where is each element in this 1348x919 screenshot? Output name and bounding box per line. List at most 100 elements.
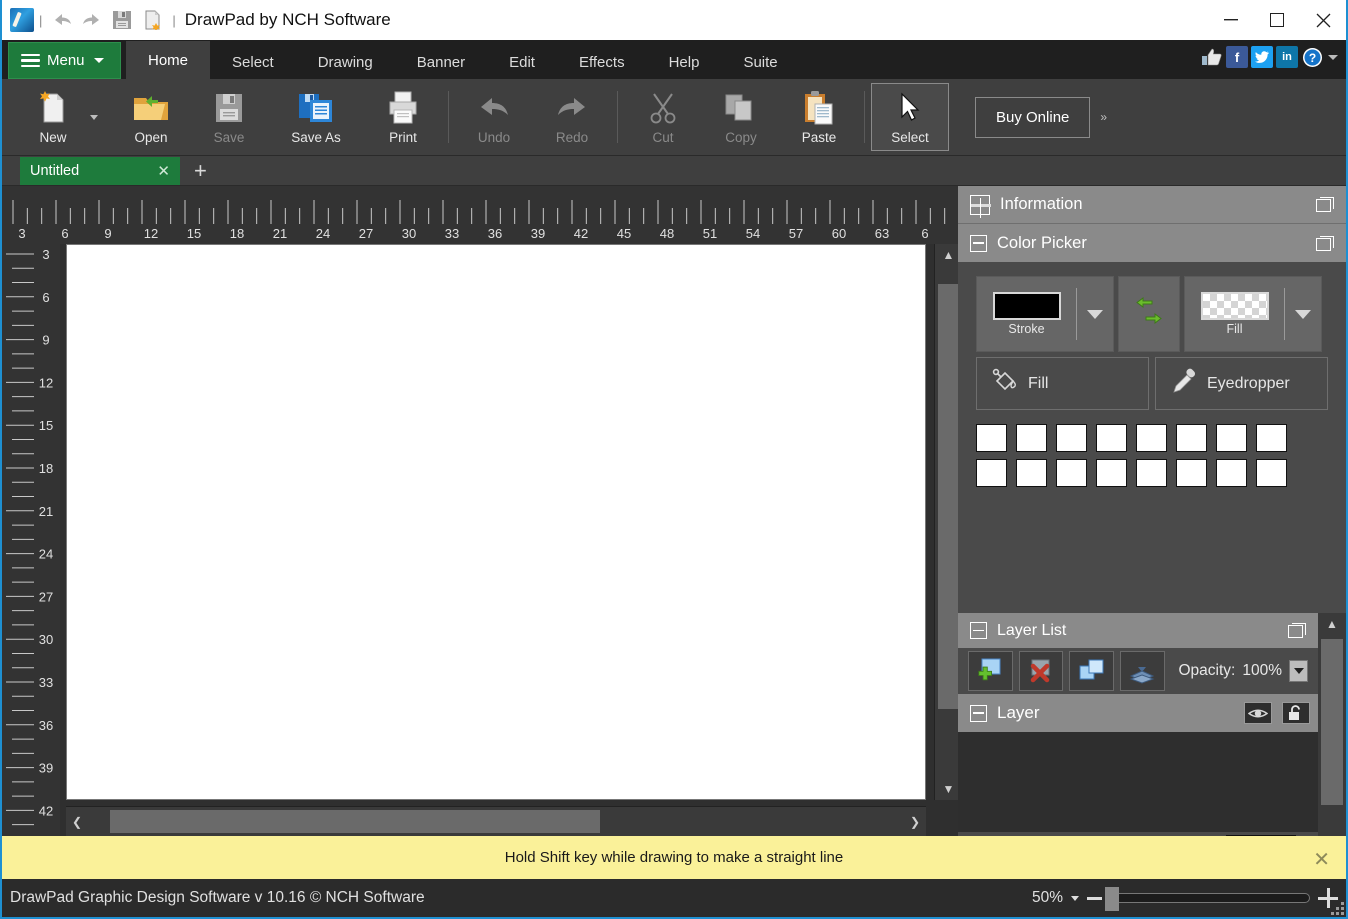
ribbon-overflow-icon[interactable]: » (1100, 110, 1107, 124)
zoom-slider-knob[interactable] (1105, 887, 1119, 911)
horizontal-ruler[interactable]: 3 6 9 12 15 18 21 24 27 30 33 36 39 42 45 48 51 54 57 60 63 6 (2, 186, 962, 244)
ribbon-paste-button[interactable]: Paste (780, 82, 858, 152)
vertical-scroll-thumb[interactable] (938, 284, 959, 709)
palette-swatch[interactable] (1176, 424, 1207, 452)
fill-color-chip[interactable] (1200, 292, 1269, 320)
zoom-dropdown-chevron-icon[interactable] (1071, 895, 1079, 901)
new-icon[interactable] (137, 5, 167, 35)
collapse-icon[interactable] (970, 234, 987, 252)
tab-select[interactable]: Select (210, 45, 296, 79)
close-button[interactable] (1300, 0, 1346, 40)
palette-swatch[interactable] (1136, 424, 1167, 452)
menu-button[interactable]: Menu (8, 42, 121, 79)
layer-list-panel-header[interactable]: Layer List (958, 613, 1318, 648)
zoom-slider[interactable] (1105, 887, 1310, 911)
eye-icon[interactable] (1244, 702, 1272, 724)
scroll-left-button[interactable]: ❮ (66, 807, 88, 836)
palette-swatch[interactable] (976, 424, 1007, 452)
fill-color-card[interactable]: Fill (1184, 276, 1322, 352)
stroke-color-card[interactable]: Stroke (976, 276, 1114, 352)
palette-swatch[interactable] (1256, 459, 1287, 487)
minimize-button[interactable] (1208, 0, 1254, 40)
ribbon-undo-button[interactable]: Undo (455, 82, 533, 152)
undo-icon[interactable] (47, 5, 77, 35)
tab-home[interactable]: Home (126, 41, 211, 79)
palette-swatch[interactable] (1096, 459, 1127, 487)
help-icon[interactable]: ? (1301, 46, 1323, 68)
buy-online-button[interactable]: Buy Online (975, 96, 1091, 138)
ribbon-print-button[interactable]: Print (364, 82, 442, 152)
tab-banner[interactable]: Banner (395, 45, 487, 79)
layer-opacity-control[interactable]: Opacity: 100% (1179, 660, 1309, 682)
maximize-button[interactable] (1254, 0, 1300, 40)
vertical-ruler[interactable]: 3 6 9 12 15 18 21 24 27 30 33 36 39 42 (2, 244, 60, 836)
ribbon-cut-button[interactable]: Cut (624, 82, 702, 152)
redo-icon[interactable] (77, 5, 107, 35)
popout-icon[interactable] (1316, 235, 1334, 251)
document-tab-untitled[interactable]: Untitled ✕ (20, 156, 180, 185)
fill-tool-button[interactable]: Fill (976, 357, 1149, 410)
duplicate-layer-button[interactable] (1069, 651, 1114, 691)
drawing-canvas[interactable] (66, 244, 926, 800)
zoom-out-icon[interactable] (1087, 896, 1102, 900)
facebook-icon[interactable]: f (1226, 46, 1248, 68)
layer-thumbnail-area[interactable] (958, 732, 1318, 832)
ribbon-save-button[interactable]: Save (190, 82, 268, 152)
close-icon[interactable]: ✕ (157, 162, 170, 180)
close-icon[interactable]: ✕ (1313, 847, 1330, 872)
palette-swatch[interactable] (1136, 459, 1167, 487)
tab-edit[interactable]: Edit (487, 45, 557, 79)
tab-effects[interactable]: Effects (557, 45, 647, 79)
ribbon-save-as-button[interactable]: Save As (268, 82, 364, 152)
add-document-tab-button[interactable]: + (180, 159, 221, 182)
color-picker-panel-header[interactable]: Color Picker (958, 224, 1346, 262)
horizontal-scroll-thumb[interactable] (110, 810, 600, 833)
resize-grip[interactable] (1331, 902, 1344, 915)
ribbon-new-button[interactable]: New (18, 82, 88, 152)
swap-colors-icon[interactable] (1132, 295, 1166, 334)
tab-suite[interactable]: Suite (721, 45, 799, 79)
linkedin-icon[interactable]: in (1276, 46, 1298, 68)
layer-item-header[interactable]: Layer (958, 694, 1318, 732)
palette-swatch[interactable] (1016, 424, 1047, 452)
fill-dropdown-chevron-icon[interactable] (1295, 309, 1311, 319)
palette-swatch[interactable] (1216, 424, 1247, 452)
palette-swatch[interactable] (1176, 459, 1207, 487)
save-icon[interactable] (107, 5, 137, 35)
add-layer-button[interactable] (968, 651, 1013, 691)
canvas-horizontal-scrollbar[interactable]: ❮ ❯ (66, 806, 926, 836)
social-chevron-down-icon[interactable] (1328, 54, 1338, 60)
new-dropdown-chevron-icon[interactable] (90, 114, 98, 120)
popout-icon[interactable] (1288, 623, 1306, 638)
expand-icon[interactable] (970, 194, 991, 218)
stroke-dropdown-chevron-icon[interactable] (1087, 309, 1103, 319)
palette-swatch[interactable] (1056, 459, 1087, 487)
swap-colors-card[interactable] (1118, 276, 1180, 352)
tab-help[interactable]: Help (647, 45, 722, 79)
palette-swatch[interactable] (1016, 459, 1047, 487)
information-panel-header[interactable]: Information (958, 186, 1346, 224)
right-panel-scrollbar[interactable]: ▲ (1318, 613, 1346, 836)
palette-swatch[interactable] (1216, 459, 1247, 487)
collapse-icon[interactable] (970, 622, 987, 639)
collapse-icon[interactable] (970, 704, 987, 722)
zoom-level-label[interactable]: 50% (1032, 889, 1063, 907)
ribbon-select-button[interactable]: Select (871, 83, 949, 151)
panel-scroll-thumb[interactable] (1321, 639, 1343, 805)
twitter-icon[interactable] (1251, 46, 1273, 68)
ribbon-open-button[interactable]: Open (112, 82, 190, 152)
opacity-dropdown-chevron-icon[interactable] (1289, 660, 1309, 682)
stroke-color-chip[interactable] (992, 292, 1061, 320)
palette-swatch[interactable] (1096, 424, 1127, 452)
tab-drawing[interactable]: Drawing (296, 45, 395, 79)
palette-swatch[interactable] (1256, 424, 1287, 452)
ribbon-copy-button[interactable]: Copy (702, 82, 780, 152)
palette-swatch[interactable] (1056, 424, 1087, 452)
unlock-icon[interactable] (1282, 702, 1310, 724)
delete-layer-button[interactable] (1018, 651, 1064, 691)
palette-swatch[interactable] (976, 459, 1007, 487)
panel-scroll-up-button[interactable]: ▲ (1318, 613, 1346, 635)
popout-icon[interactable] (1316, 197, 1334, 212)
ribbon-redo-button[interactable]: Redo (533, 82, 611, 152)
thumbs-up-icon[interactable] (1201, 46, 1223, 68)
